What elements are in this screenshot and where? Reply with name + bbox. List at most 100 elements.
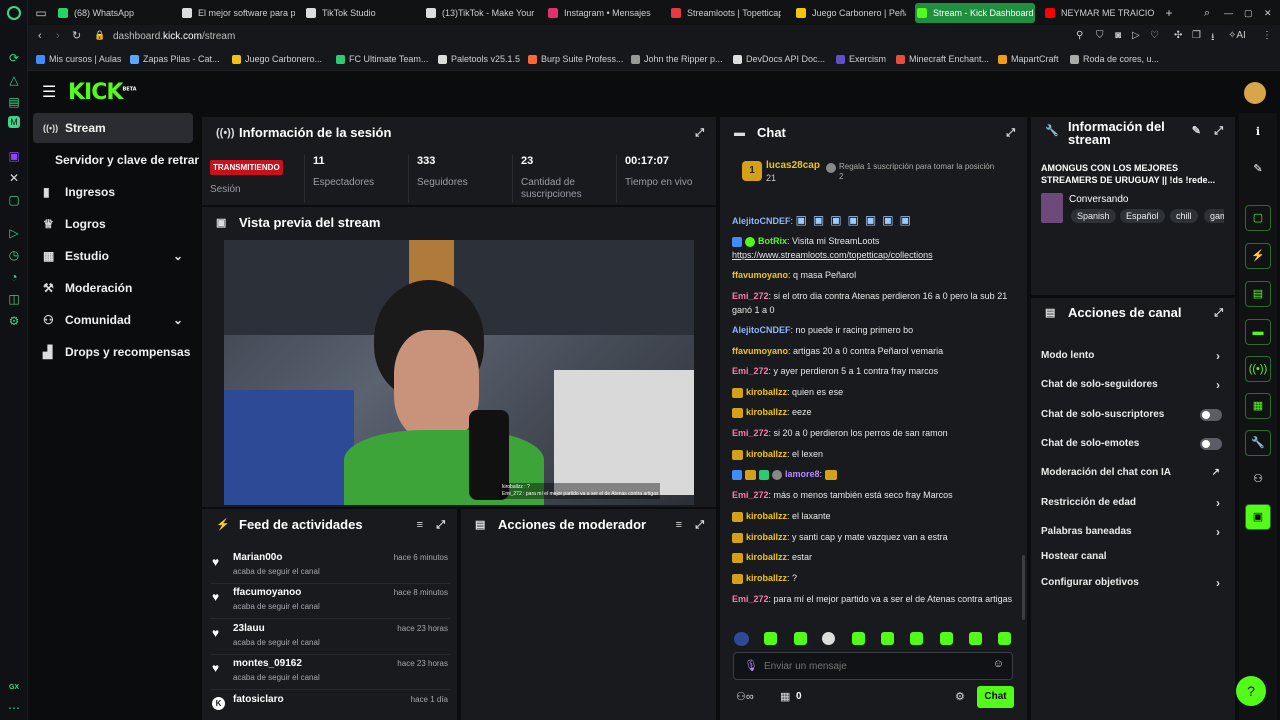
pin-icon[interactable]: ⚲ <box>1076 30 1083 41</box>
bookmark-item[interactable]: FC Ultimate Team... <box>336 54 428 64</box>
sidebar-app-icon-4[interactable]: M <box>8 116 20 128</box>
chat-message[interactable]: ffavumoyano: q masa Peñarol <box>732 268 1022 282</box>
nav-moderacion[interactable]: ⚒ Moderación <box>33 273 193 303</box>
bookmark-item[interactable]: Exercism <box>836 54 886 64</box>
camera-icon[interactable]: ◙ <box>1115 30 1121 41</box>
chat-username[interactable]: BotRix <box>758 236 787 246</box>
info-icon[interactable]: ℹ <box>1245 120 1271 146</box>
popout-icon[interactable]: ⤢ <box>1214 298 1223 328</box>
tab-juego-carbonero[interactable]: Juego Carbonero | Peña <box>794 3 906 23</box>
action-followers-only[interactable]: Chat de solo-seguidores › <box>1041 375 1224 395</box>
popout-icon[interactable]: ⤢ <box>695 117 704 149</box>
bookmark-item[interactable]: Paletools v25.1.5 <box>438 54 520 64</box>
chat-username[interactable]: kiroballzz <box>746 407 787 417</box>
edit-icon[interactable]: ✎ <box>1245 157 1271 183</box>
emote-icon[interactable] <box>764 632 777 645</box>
minecraft-icon[interactable]: ▣ <box>1245 504 1271 530</box>
feed-item[interactable]: Kfatosiclaro hace 1 día <box>210 691 450 719</box>
chat-username[interactable]: ffavumoyano <box>732 346 788 356</box>
category-thumbnail[interactable] <box>1041 193 1063 223</box>
document-icon[interactable]: ▤ <box>1245 281 1271 307</box>
tab-streamloots[interactable]: Streamloots | Topetticap <box>669 3 781 23</box>
send-chat-button[interactable]: Chat <box>977 686 1014 708</box>
chat-username[interactable]: kiroballzz <box>746 573 787 583</box>
nav-drops[interactable]: ▟ Drops y recompensas <box>33 337 193 367</box>
tab-kick-dashboard[interactable]: Stream - Kick Dashboard <box>915 3 1035 23</box>
feed-item[interactable]: ♥ 23lauu acaba de seguir el canal hace 23 h… <box>210 620 450 655</box>
category-name[interactable]: Conversando <box>1069 194 1128 205</box>
emote-icon[interactable] <box>940 632 953 645</box>
tab-tiktok-studio[interactable]: TikTok Studio <box>304 3 414 23</box>
download-icon[interactable]: ⭳ <box>1211 30 1215 47</box>
feed-item[interactable]: ♥ montes_09162 acaba de seguir el canal hac… <box>210 655 450 690</box>
chat-message[interactable]: AlejitoCNDEF: ▣▣▣▣▣▣▣ <box>732 213 1022 228</box>
microphone-icon[interactable]: 🎙 <box>744 659 758 672</box>
close-button[interactable]: ✕ <box>1264 3 1278 23</box>
emotes-only-toggle[interactable] <box>1200 438 1222 450</box>
url-field[interactable]: dashboard.kick.com/stream <box>113 31 235 42</box>
chat-scrollbar[interactable] <box>1022 555 1025 620</box>
tag-chip[interactable]: Español <box>1120 209 1165 223</box>
bookmark-item[interactable]: Juego Carbonero... <box>232 54 322 64</box>
chat-message[interactable]: kiroballzz: el laxante <box>732 509 1022 523</box>
chat-link[interactable]: https://www.streamloots.com/topetticap/c… <box>732 250 933 260</box>
emote-icon[interactable] <box>734 632 749 646</box>
popout-icon[interactable]: ⤢ <box>436 509 445 541</box>
tag-chip[interactable]: gam <box>1204 209 1224 223</box>
clip-icon[interactable]: ▢ <box>1245 205 1271 231</box>
opera-gx-icon[interactable] <box>7 6 21 20</box>
tab-tiktok[interactable]: (13)TikTok - Make Your D <box>424 3 536 23</box>
heart-icon[interactable]: ♡ <box>1150 30 1159 41</box>
workspaces-icon[interactable]: ▭ <box>32 3 50 23</box>
action-subscribers-only[interactable]: Chat de solo-suscriptores <box>1041 405 1224 425</box>
popout-icon[interactable]: ⤢ <box>1214 125 1223 138</box>
sidebar-app-icon-1[interactable]: ⟳ <box>6 50 22 66</box>
maximize-button[interactable]: ▢ <box>1244 3 1258 23</box>
tab-whatsapp[interactable]: (68) WhatsApp <box>56 3 176 23</box>
action-ai-moderation[interactable]: Moderación del chat con IA ↗ <box>1041 463 1224 483</box>
reload-icon[interactable]: ↻ <box>72 29 81 42</box>
nav-logros[interactable]: ♕ Logros <box>33 209 193 239</box>
lock-icon[interactable]: 🔒 <box>94 30 105 41</box>
subscribers-only-toggle[interactable] <box>1200 409 1222 421</box>
extensions-icon[interactable]: ✣ <box>1174 30 1182 41</box>
chat-message[interactable]: kiroballzz: quien es ese <box>732 385 1022 399</box>
play-icon[interactable]: ▷ <box>6 225 22 241</box>
shield-icon[interactable]: ⛉ <box>1096 30 1104 41</box>
chat-username[interactable]: kiroballzz <box>746 387 787 397</box>
chat-message[interactable]: ffavumoyano: artigas 20 a 0 contra Peñar… <box>732 344 1022 358</box>
chat-message[interactable]: Emi_272: si el otro dia contra Atenas pe… <box>732 289 1022 317</box>
chat-username[interactable]: ffavumoyano <box>732 270 788 280</box>
lightning-icon[interactable]: ⚡ <box>1245 243 1271 269</box>
chat-message[interactable]: kiroballzz: estar <box>732 550 1022 564</box>
bookmark-item[interactable]: Zapas Pilas - Cat... <box>130 54 220 64</box>
emote-icon[interactable] <box>881 632 894 645</box>
copy-icon[interactable]: ❐ <box>1192 30 1201 41</box>
popout-icon[interactable]: ⤢ <box>1006 117 1015 149</box>
more-icon[interactable]: ⋯ <box>6 700 22 716</box>
search-icon[interactable]: ⌕ <box>1204 3 1218 23</box>
chat-message[interactable]: Emi_272: si 20 a 0 perdieron los perros … <box>732 426 1022 440</box>
nav-ingresos[interactable]: ▮ Ingresos <box>33 177 193 207</box>
chat-username[interactable]: AlejitoCNDEF <box>732 216 791 226</box>
bookmark-item[interactable]: John the Ripper p... <box>631 54 723 64</box>
chat-message[interactable]: BotRix: Visita mi StreamLoots https://www… <box>732 234 1022 262</box>
sidebar-app-icon-3[interactable]: ▤ <box>6 94 22 110</box>
tag-chip[interactable]: Spanish <box>1071 209 1116 223</box>
new-tab-button[interactable]: + <box>1161 3 1177 23</box>
tab-software[interactable]: El mejor software para p <box>180 3 295 23</box>
filter-icon[interactable]: ≡ <box>417 509 423 541</box>
nav-stream[interactable]: ((•)) Stream <box>33 113 193 143</box>
chat-username[interactable]: kiroballzz <box>746 532 787 542</box>
back-icon[interactable]: ‹ <box>38 30 42 42</box>
bookmark-item[interactable]: DevDocs API Doc... <box>733 54 825 64</box>
nav-server-key[interactable]: Servidor y clave de retransmisión <box>33 145 199 175</box>
send-icon[interactable]: ▷ <box>1132 30 1140 41</box>
tab-instagram[interactable]: Instagram • Mensajes <box>546 3 658 23</box>
chat-username[interactable]: kiroballzz <box>746 511 787 521</box>
emote-icon[interactable] <box>910 632 923 645</box>
community-icon[interactable]: ⚇ <box>1245 467 1271 493</box>
action-configure-goals[interactable]: Configurar objetivos › <box>1041 573 1224 593</box>
action-slow-mode[interactable]: Modo lento › <box>1041 346 1224 366</box>
pinned-user[interactable]: lucas28cap <box>766 160 820 171</box>
